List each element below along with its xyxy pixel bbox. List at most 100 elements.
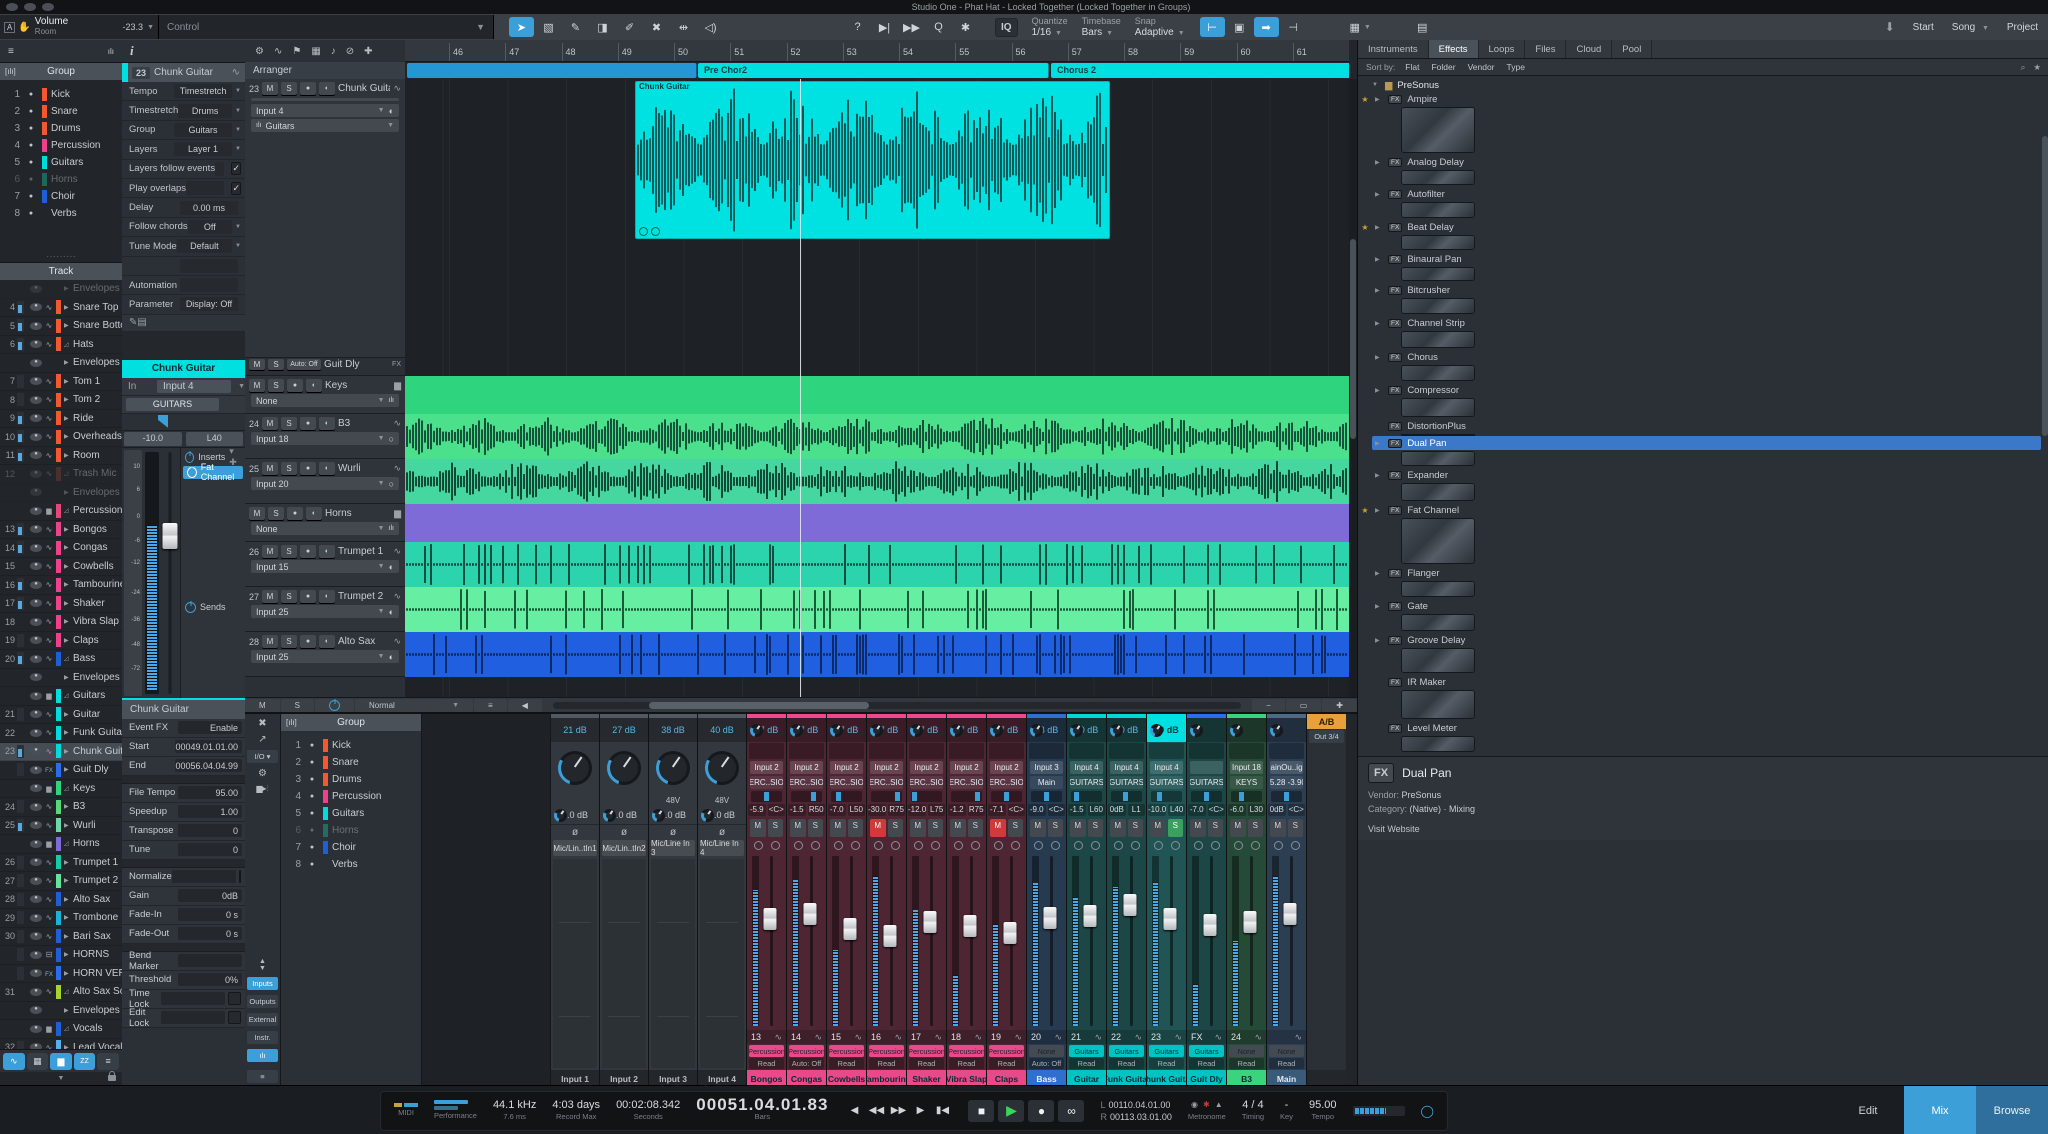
volume-value[interactable]: -7.0 [828,804,846,816]
group-badge[interactable]: Guitars [1149,1045,1184,1057]
pan-thumb[interactable] [975,792,981,801]
track-expand-arrow[interactable] [64,563,73,570]
vertical-scrollbar[interactable] [1349,79,1357,697]
track-header-trumpet-1[interactable]: 26 M S ● ◐ Trumpet 1 ∿ Input 15 ▼ ◐ [245,542,405,587]
inspector-row[interactable]: Delay 0.00 ms [122,198,245,218]
event-row-value[interactable]: 1.00 [178,805,242,819]
strip-output-bus[interactable]: Main [1030,776,1063,789]
power-icon[interactable] [185,451,195,463]
solo-button[interactable]: S [967,819,983,837]
solo-button[interactable]: S [847,819,863,837]
group-active-dot[interactable]: ● [301,776,323,783]
track-header-keys[interactable]: M S ● ◐ Keys ▆ None ▼ ılı [245,376,405,414]
plugin-item[interactable]: ★ ▶ FX Fat Channel [1358,503,2048,563]
vendor-folder[interactable]: ▼ ▆ PreSonus [1358,78,2048,92]
monitor-icon[interactable] [1113,841,1123,850]
automation-mode[interactable]: Read [909,1058,944,1069]
track-header-alto-sax[interactable]: 28 M S ● ◐ Alto Sax ∿ Input 25 ▼ ◐ [245,632,405,677]
pan-thumb[interactable] [1157,792,1163,801]
play-overlaps-button[interactable]: ▶▶ [899,17,924,37]
track-row[interactable]: 17 ● Shaker [0,595,122,613]
expand-arrow-icon[interactable]: ▶ [1375,96,1383,103]
track-active-dot[interactable]: ● [30,784,42,793]
gain-row[interactable]: 38 dB [1027,718,1066,742]
arranger-section[interactable] [407,63,697,78]
track-row[interactable]: 32 ● Lead Vocal [0,1039,122,1049]
track-active-dot[interactable]: ● [30,414,42,423]
strip-input[interactable]: Input 2 [870,761,903,774]
browser-tab[interactable]: Loops [1479,40,1526,58]
pan-value[interactable]: L40 [1168,804,1185,816]
inspector-row-value[interactable] [180,278,238,293]
song-page-button[interactable]: Song ▼ [1952,22,1989,33]
expand-arrow-icon[interactable]: ▶ [1375,159,1383,166]
track-row[interactable]: 20 ● Bass [0,650,122,669]
group-active-dot[interactable]: ● [301,827,323,834]
track-row[interactable]: 6 ● Hats [0,336,122,354]
strip-input[interactable]: Input 2 [830,761,863,774]
pan-value[interactable]: L60 [1087,804,1105,816]
monitor-icon[interactable] [833,841,843,850]
loop-range-display[interactable]: L 00110.04.01.00 R 00113.03.01.00 [1100,1099,1171,1123]
phantom-power-label[interactable] [551,794,599,806]
mute-button[interactable]: M [1270,819,1286,837]
arranger-lane[interactable]: Pre Chor2 Chorus 2 [405,62,1349,80]
group-row[interactable]: 1 ● Kick [281,737,421,754]
marker-flag-icon[interactable]: ⚑ [292,46,301,57]
track-row[interactable]: 28 ● Alto Sax [0,891,122,909]
strip-input[interactable]: Input 3 [1030,761,1063,774]
fader-cap[interactable] [1283,902,1297,925]
mixer-view-button[interactable]: ılı [247,1049,278,1062]
volume-value[interactable]: 0dB [1268,804,1286,816]
track-row[interactable]: 9 ● Ride [0,410,122,428]
gain-knob[interactable] [870,723,883,737]
mixer-menu-button[interactable]: ≡ [247,1070,278,1083]
mute-button[interactable]: M [262,417,279,430]
track-row[interactable]: ● Envelopes [0,354,122,373]
track-active-dot[interactable]: ● [30,654,42,663]
inspector-row-value[interactable] [186,181,225,196]
track-header-trumpet-2[interactable]: 27 M S ● ◐ Trumpet 2 ∿ Input 25 ▼ ◐ [245,587,405,632]
input-channel-strip[interactable]: 21 dB 0.0 dB ø Mic/Lin..tIn1 Input 1 [551,714,600,1087]
record-icon[interactable] [1290,841,1300,850]
event-inspector-tab[interactable]: Chunk Guitar [122,697,245,719]
gain-knob[interactable] [990,723,1003,737]
pan-value[interactable]: R75 [888,804,905,816]
horizontal-scrollbar[interactable] [552,702,1242,709]
inspector-row[interactable]: Parameter Display: Off [122,295,245,315]
volume-value[interactable]: -12.0 [908,804,927,816]
inspector-row[interactable]: Layers Layer 1 ▼ [122,140,245,160]
monitor-button[interactable]: ◐ [306,507,322,520]
monitor-icon[interactable] [1073,841,1083,850]
mute-button[interactable]: M [1110,819,1126,837]
strip-output-bus[interactable]: -5.28 -3.90 [1270,776,1303,789]
sort-option[interactable]: Vendor [1468,62,1495,72]
expand-arrow-icon[interactable]: ▶ [1375,191,1383,198]
plugin-thumbnail[interactable] [1402,366,1474,380]
scrollbar-thumb[interactable] [1350,239,1356,439]
track-input-selector[interactable]: Input 20 ▼ ○ [251,477,399,490]
solo-button[interactable]: S [1247,819,1263,837]
group-active-dot[interactable]: ● [301,844,323,851]
loop-button[interactable]: ∞ [1058,1099,1085,1122]
track-expand-arrow[interactable] [64,933,73,940]
position-display[interactable]: 00051.04.01.83 Bars [696,1096,828,1123]
mixer-channel-strip[interactable]: 27 dB Input 2 PERC..SION -7.1 <C> M S [987,714,1027,1087]
gain-row[interactable]: 27 dB [787,718,826,742]
expand-arrow-icon[interactable]: ▶ [1375,354,1383,361]
ab-output[interactable]: Out 3/4 [1309,730,1344,743]
gain-knob[interactable] [656,751,690,785]
star-icon[interactable]: ★ [1360,223,1370,232]
mute-button[interactable]: M [262,545,279,558]
track-active-dot[interactable]: ● [30,321,42,330]
mixer-channel-strip[interactable]: 27 dB Input 2 PERC..SION -12.0 L75 M S [907,714,947,1087]
mute-button[interactable]: M [249,359,265,370]
strip-output-bus[interactable]: GUITARS [1150,776,1183,789]
scrollbar-thumb[interactable] [649,702,870,709]
trim-knob[interactable] [554,808,567,822]
monitor-button[interactable]: ◐ [319,417,336,430]
group-row[interactable]: 7 ● Choir [281,839,421,856]
strip-output-bus[interactable]: PERC..SION [950,776,983,789]
pan-thumb[interactable] [1043,792,1049,801]
seconds-display[interactable]: 00:02:08.342 Seconds [616,1099,680,1123]
